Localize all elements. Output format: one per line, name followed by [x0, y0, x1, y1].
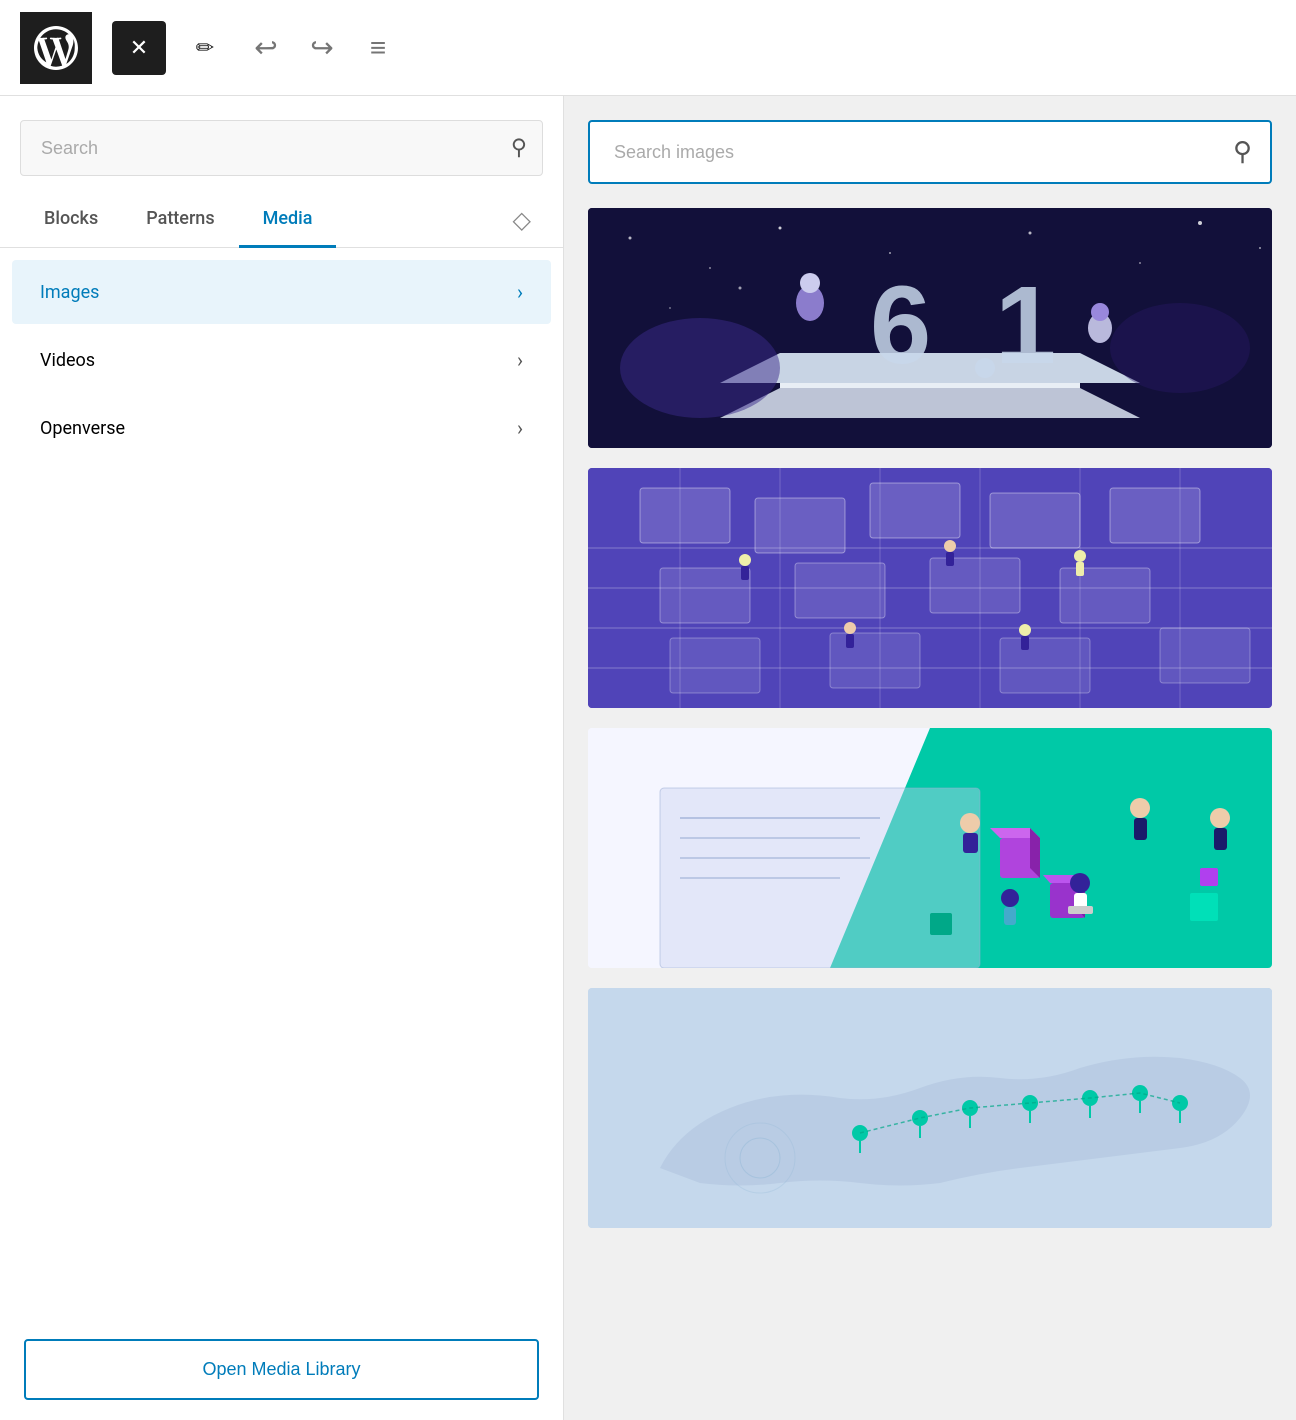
image-3-svg: [588, 728, 1272, 968]
svg-text:6: 6: [870, 264, 931, 387]
svg-text:1: 1: [995, 264, 1056, 387]
edit-button[interactable]: ✏: [178, 21, 232, 75]
image-card-1[interactable]: 6 1: [588, 208, 1272, 448]
open-media-library-button[interactable]: Open Media Library: [24, 1339, 539, 1400]
undo-icon: ↩: [254, 31, 277, 64]
tab-patterns[interactable]: Patterns: [122, 192, 238, 248]
tab-blocks[interactable]: Blocks: [20, 192, 122, 248]
chevron-right-icon: ›: [517, 416, 523, 440]
tabs-bar: Blocks Patterns Media ◇: [0, 192, 563, 248]
image-card-2[interactable]: [588, 468, 1272, 708]
image-search-bar: ⚲: [588, 120, 1272, 184]
image-4-svg: [588, 988, 1272, 1228]
tab-icon-diamond[interactable]: ◇: [501, 194, 543, 246]
image-card-4[interactable]: [588, 988, 1272, 1228]
chevron-right-icon: ›: [517, 348, 523, 372]
wp-logo-icon: [34, 26, 78, 70]
close-button[interactable]: ✕: [112, 21, 166, 75]
image-card-3[interactable]: [588, 728, 1272, 968]
tab-media[interactable]: Media: [239, 192, 337, 248]
menu-item-images[interactable]: Images ›: [12, 260, 551, 324]
redo-icon: ↪: [310, 31, 333, 64]
search-input[interactable]: [20, 120, 543, 176]
image-search-input[interactable]: [588, 120, 1272, 184]
wordpress-logo: [20, 12, 92, 84]
menu-item-videos[interactable]: Videos ›: [12, 328, 551, 392]
media-menu: Images › Videos › Openverse ›: [0, 248, 563, 1319]
main-layout: ⚲ Blocks Patterns Media ◇ Images ›: [0, 96, 1296, 1420]
toolbar: ✕ ✏ ↩ ↪ ≡: [0, 0, 1296, 96]
undo-button[interactable]: ↩: [244, 26, 288, 70]
right-panel: ⚲: [564, 96, 1296, 1420]
search-bar: ⚲: [20, 120, 543, 176]
edit-icon: ✏: [196, 35, 214, 61]
image-1-svg: 6 1: [588, 208, 1272, 448]
menu-button[interactable]: ≡: [356, 26, 400, 70]
image-grid: 6 1: [588, 208, 1272, 1228]
redo-button[interactable]: ↪: [300, 26, 344, 70]
left-panel: ⚲ Blocks Patterns Media ◇ Images ›: [0, 96, 564, 1420]
chevron-right-icon: ›: [517, 280, 523, 304]
image-2-svg: [588, 468, 1272, 708]
menu-item-openverse[interactable]: Openverse ›: [12, 396, 551, 460]
menu-icon: ≡: [370, 32, 386, 64]
